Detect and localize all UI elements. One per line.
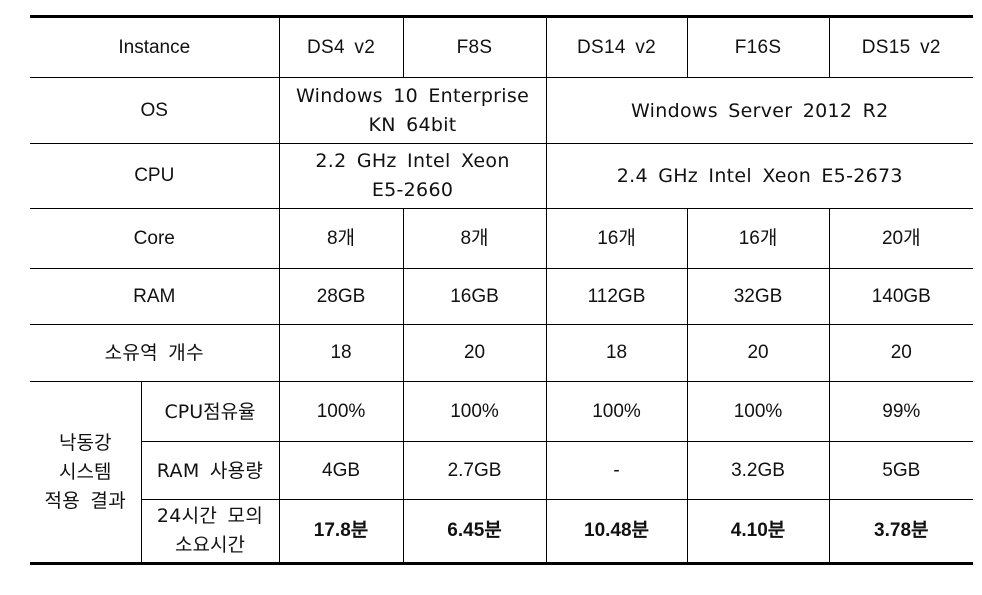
header-instance-ds4v2: DS4 v2 <box>278 16 404 78</box>
ram-usage-value: 3.2GB <box>686 441 830 500</box>
ram-value: 16GB <box>402 268 547 325</box>
ram-usage-value: - <box>545 441 688 500</box>
ram-value: 140GB <box>828 268 974 325</box>
simulation-time-value: 17.8분 <box>278 499 404 564</box>
basin-count-value: 20 <box>686 324 830 382</box>
os-value-group-a-line2: KN 64bit <box>368 113 457 136</box>
simulation-time-label: 24시간 모의 소요시간 <box>141 499 280 564</box>
core-value: 8개 <box>402 208 547 269</box>
basin-count-label: 소유역 개수 <box>30 324 280 382</box>
cpu-label: CPU <box>30 143 280 209</box>
os-value-group-b: Windows Server 2012 R2 <box>545 77 974 144</box>
basin-count-row: 소유역 개수 18 20 18 20 20 <box>30 324 974 382</box>
simulation-time-value: 10.48분 <box>545 499 688 564</box>
basin-count-value: 20 <box>402 324 547 382</box>
core-value: 20개 <box>828 208 974 269</box>
header-instance-label: Instance <box>30 16 280 78</box>
cpu-row: CPU 2.2 GHz Intel Xeon E5-2660 2.4 GHz I… <box>30 143 974 209</box>
ram-usage-row: RAM 사용량 4GB 2.7GB - 3.2GB 5GB <box>30 441 974 500</box>
ram-value: 32GB <box>686 268 830 325</box>
cpu-usage-value: 100% <box>686 381 830 442</box>
cpu-usage-value: 99% <box>828 381 974 442</box>
header-instance-f16s: F16S <box>686 16 830 78</box>
core-row: Core 8개 8개 16개 16개 20개 <box>30 208 974 269</box>
cpu-value-group-b: 2.4 GHz Intel Xeon E5-2673 <box>545 143 974 209</box>
core-value: 16개 <box>545 208 688 269</box>
results-group-label-line3: 적용 결과 <box>44 489 126 512</box>
ram-value: 112GB <box>545 268 688 325</box>
simulation-time-value: 3.78분 <box>828 499 974 564</box>
header-row: Instance DS4 v2 F8S DS14 v2 F16S DS15 v2 <box>30 16 974 78</box>
header-instance-f8s: F8S <box>402 16 547 78</box>
cpu-usage-label: CPU점유율 <box>140 381 280 442</box>
ram-usage-value: 4GB <box>278 441 404 500</box>
results-group-label: 낙동강 시스템 적용 결과 <box>30 381 142 564</box>
ram-row: RAM 28GB 16GB 112GB 32GB 140GB <box>30 268 974 325</box>
os-label: OS <box>30 77 280 144</box>
os-value-group-a: Windows 10 Enterprise KN 64bit <box>278 77 547 144</box>
core-value: 16개 <box>686 208 830 269</box>
cpu-value-group-a-line2: E5-2660 <box>371 179 454 201</box>
os-value-group-a-line1: Windows 10 Enterprise <box>295 84 530 107</box>
os-row: OS Windows 10 Enterprise KN 64bit Window… <box>30 77 974 144</box>
ram-usage-label: RAM 사용량 <box>141 441 280 500</box>
results-group-label-line2: 시스템 <box>59 460 112 483</box>
simulation-time-value: 4.10분 <box>686 499 830 564</box>
simulation-time-label-line1: 24시간 모의 <box>156 505 264 527</box>
basin-count-value: 18 <box>545 324 688 382</box>
ram-usage-value: 2.7GB <box>402 441 547 500</box>
ram-value: 28GB <box>278 268 404 325</box>
header-instance-ds15v2: DS15 v2 <box>828 16 974 78</box>
cpu-usage-value: 100% <box>545 381 688 442</box>
instance-comparison-table: Instance DS4 v2 F8S DS14 v2 F16S DS15 v2… <box>30 15 974 565</box>
core-value: 8개 <box>278 208 404 269</box>
basin-count-value: 20 <box>828 324 974 382</box>
simulation-time-value: 6.45분 <box>402 499 547 564</box>
ram-label: RAM <box>30 268 280 325</box>
simulation-time-label-line2: 소요시간 <box>175 534 245 556</box>
simulation-time-row: 24시간 모의 소요시간 17.8분 6.45분 10.48분 4.10분 3.… <box>30 499 974 564</box>
core-label: Core <box>30 208 280 269</box>
cpu-value-group-a: 2.2 GHz Intel Xeon E5-2660 <box>278 143 547 209</box>
cpu-value-group-a-line1: 2.2 GHz Intel Xeon <box>315 150 510 172</box>
cpu-usage-value: 100% <box>278 381 404 442</box>
cpu-usage-row: 낙동강 시스템 적용 결과 CPU점유율 100% 100% 100% 100%… <box>30 381 974 564</box>
header-instance-ds14v2: DS14 v2 <box>545 16 688 78</box>
results-group-label-line1: 낙동강 <box>59 431 112 454</box>
ram-usage-value: 5GB <box>828 441 974 500</box>
cpu-usage-value: 100% <box>402 381 547 442</box>
basin-count-value: 18 <box>278 324 404 382</box>
